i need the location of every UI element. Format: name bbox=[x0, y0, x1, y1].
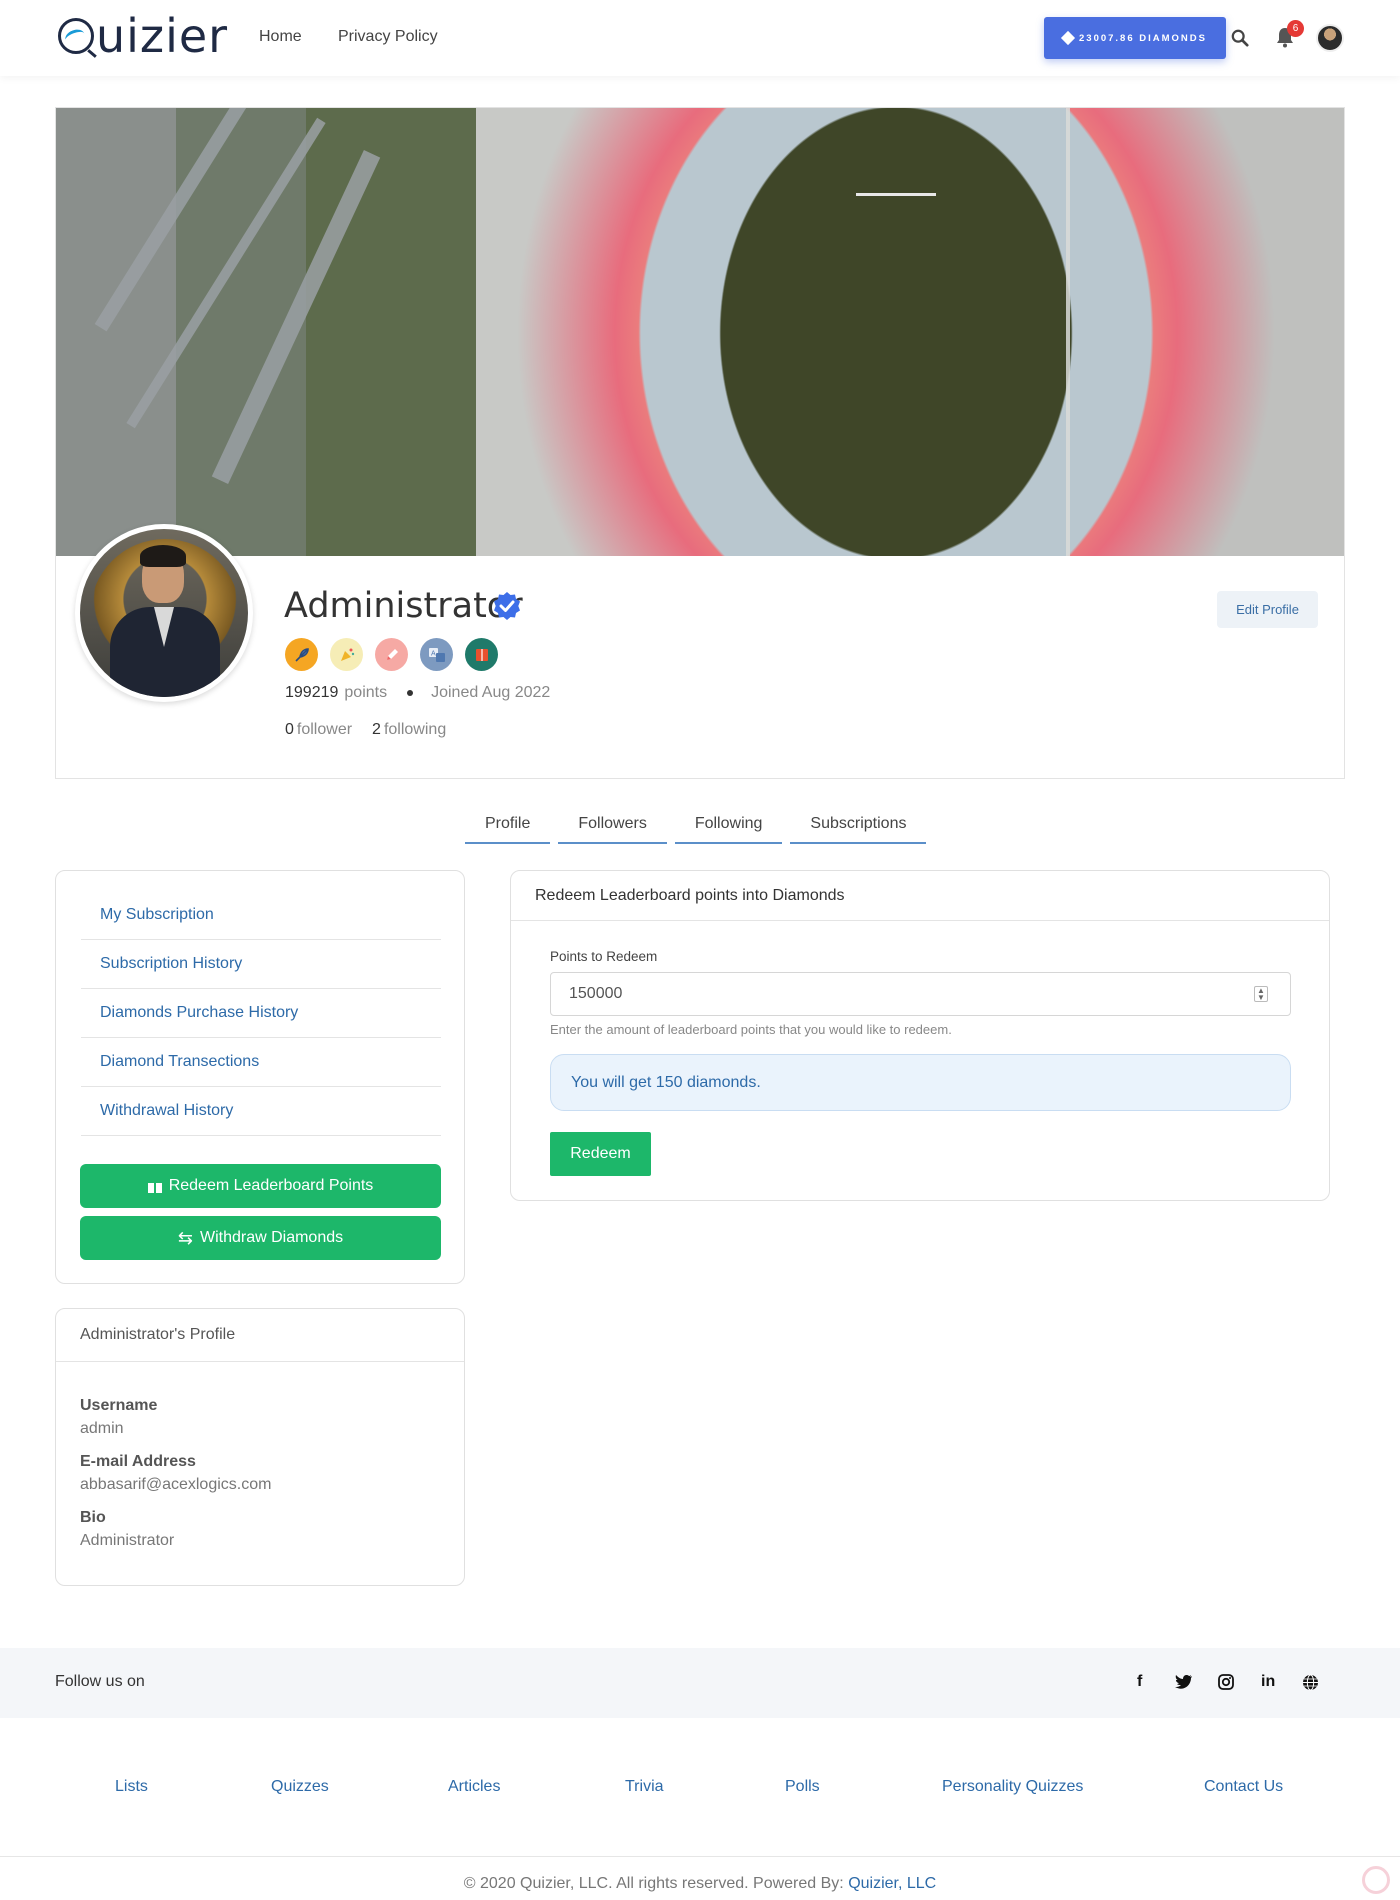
profile-tabs: Profile Followers Following Subscription… bbox=[465, 808, 927, 844]
sidebar-link-subscription-history[interactable]: Subscription History bbox=[81, 940, 441, 989]
copyright-text: © 2020 Quizier, LLC. All rights reserved… bbox=[463, 1875, 937, 1892]
redeem-leaderboard-points-label: Redeem Leaderboard Points bbox=[168, 1177, 374, 1194]
redeem-points-card: Redeem Leaderboard points into Diamonds … bbox=[510, 870, 1330, 1201]
pencil-badge-icon[interactable] bbox=[375, 638, 408, 671]
followers-stat[interactable]: 0 follower bbox=[285, 721, 352, 739]
book-badge-icon[interactable] bbox=[465, 638, 498, 671]
points-help-text: Enter the amount of leaderboard points t… bbox=[550, 1022, 952, 1037]
top-navbar: uizier Home Privacy Policy 23007.86 DIAM… bbox=[0, 0, 1400, 76]
tab-subscriptions[interactable]: Subscriptions bbox=[790, 808, 927, 844]
edit-profile-button[interactable]: Edit Profile bbox=[1217, 591, 1318, 628]
bio-value: Administrator bbox=[80, 1532, 175, 1549]
instagram-icon[interactable] bbox=[1218, 1674, 1234, 1690]
user-avatar-menu[interactable] bbox=[1316, 24, 1344, 52]
sidebar-link-my-subscription[interactable]: My Subscription bbox=[81, 891, 441, 940]
footer-link-articles[interactable]: Articles bbox=[448, 1778, 500, 1796]
tab-following[interactable]: Following bbox=[674, 808, 783, 844]
party-badge-icon[interactable] bbox=[330, 638, 363, 671]
redeem-button[interactable]: Redeem bbox=[550, 1132, 651, 1176]
points-count: 199219 bbox=[285, 684, 339, 701]
joined-date: Joined Aug 2022 bbox=[431, 684, 551, 701]
search-icon[interactable] bbox=[1231, 29, 1249, 47]
username-value: admin bbox=[80, 1420, 124, 1437]
exchange-icon: ⇆ bbox=[177, 1228, 193, 1248]
redeem-leaderboard-points-button[interactable]: Redeem Leaderboard Points bbox=[80, 1164, 441, 1208]
twitter-icon[interactable] bbox=[1175, 1674, 1193, 1690]
diamond-icon bbox=[1060, 30, 1076, 46]
svg-text:A: A bbox=[431, 650, 436, 657]
follow-us-text: Follow us on bbox=[55, 1673, 145, 1690]
logo-q-icon bbox=[58, 18, 94, 54]
footer-link-lists[interactable]: Lists bbox=[115, 1778, 148, 1796]
follow-us-bar: Follow us on f in bbox=[0, 1648, 1400, 1718]
diamonds-balance-label: 23007.86 DIAMONDS bbox=[1079, 32, 1207, 44]
separator-dot bbox=[407, 690, 414, 696]
nav-link-home[interactable]: Home bbox=[259, 28, 302, 46]
points-to-redeem-label: Points to Redeem bbox=[550, 949, 658, 964]
following-stat[interactable]: 2 following bbox=[372, 721, 446, 739]
tab-profile[interactable]: Profile bbox=[465, 808, 551, 844]
corner-watermark-icon bbox=[1362, 1866, 1390, 1894]
withdraw-diamonds-label: Withdraw Diamonds bbox=[199, 1229, 344, 1246]
points-label: points bbox=[344, 684, 388, 701]
bio-label: Bio bbox=[80, 1509, 106, 1526]
translate-badge-icon[interactable]: A bbox=[420, 638, 453, 671]
number-spinner[interactable]: ▲ ▼ bbox=[1254, 986, 1268, 1002]
footer-link-polls[interactable]: Polls bbox=[785, 1778, 820, 1796]
redeem-card-title: Redeem Leaderboard points into Diamonds bbox=[511, 871, 1329, 921]
username-label: Username bbox=[80, 1397, 158, 1414]
follow-stats: 0 follower 2 following bbox=[285, 721, 446, 739]
cover-photo bbox=[56, 108, 1344, 556]
feather-badge-icon[interactable] bbox=[285, 638, 318, 671]
email-value: abbasarif@acexlogics.com bbox=[80, 1476, 272, 1493]
sidebar-link-diamond-transactions[interactable]: Diamond Transections bbox=[81, 1038, 441, 1087]
verified-badge-icon bbox=[494, 592, 520, 620]
points-to-redeem-input[interactable] bbox=[550, 972, 1291, 1016]
footer-link-quizzes[interactable]: Quizzes bbox=[271, 1778, 329, 1796]
about-card-title: Administrator's Profile bbox=[56, 1309, 464, 1362]
profile-stats: 199219 points Joined Aug 2022 bbox=[285, 684, 550, 702]
footer-divider bbox=[0, 1856, 1400, 1857]
notification-count-badge: 6 bbox=[1287, 20, 1304, 37]
sidebar-link-withdrawal-history[interactable]: Withdrawal History bbox=[81, 1087, 441, 1136]
tab-followers[interactable]: Followers bbox=[558, 808, 667, 844]
facebook-icon[interactable]: f bbox=[1137, 1673, 1142, 1691]
account-sidebar: My Subscription Subscription History Dia… bbox=[55, 870, 465, 1284]
footer-link-personality-quizzes[interactable]: Personality Quizzes bbox=[942, 1778, 1083, 1796]
gift-icon bbox=[147, 1179, 162, 1193]
about-profile-card: Administrator's Profile Username admin E… bbox=[55, 1308, 465, 1586]
globe-icon[interactable] bbox=[1302, 1674, 1319, 1691]
diamonds-preview-alert: You will get 150 diamonds. bbox=[550, 1054, 1291, 1111]
profile-name: Administrator bbox=[284, 586, 523, 626]
achievement-badges: A bbox=[285, 638, 498, 671]
footer-link-trivia[interactable]: Trivia bbox=[625, 1778, 664, 1796]
sidebar-link-diamonds-purchase-history[interactable]: Diamonds Purchase History bbox=[81, 989, 441, 1038]
profile-header-card: Administrator A 199219 points Joined Aug… bbox=[55, 107, 1345, 779]
email-label: E-mail Address bbox=[80, 1453, 196, 1470]
quizier-logo[interactable]: uizier bbox=[58, 9, 229, 63]
logo-text: uizier bbox=[96, 9, 229, 63]
withdraw-diamonds-button[interactable]: ⇆ Withdraw Diamonds bbox=[80, 1216, 441, 1260]
linkedin-icon[interactable]: in bbox=[1261, 1673, 1275, 1691]
powered-by-link[interactable]: Quizier, LLC bbox=[848, 1875, 936, 1892]
nav-link-privacy-policy[interactable]: Privacy Policy bbox=[338, 28, 438, 46]
diamonds-balance-button[interactable]: 23007.86 DIAMONDS bbox=[1044, 17, 1226, 59]
profile-avatar bbox=[75, 524, 253, 702]
footer-link-contact-us[interactable]: Contact Us bbox=[1204, 1778, 1283, 1796]
